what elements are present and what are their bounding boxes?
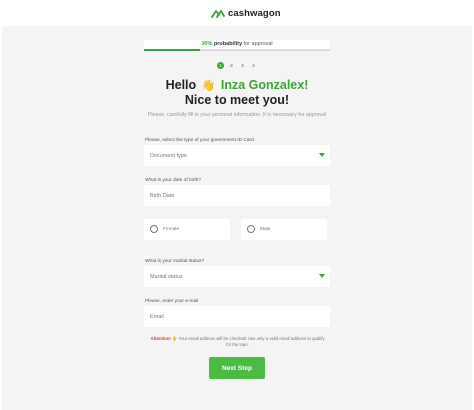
- step-4[interactable]: 4: [250, 62, 257, 69]
- gender-male-option[interactable]: Male: [241, 219, 327, 240]
- gender-female-option[interactable]: Female: [144, 219, 230, 240]
- logo[interactable]: cashwagon: [211, 7, 281, 19]
- female-label: Female: [163, 227, 179, 232]
- document-type-select[interactable]: Document type: [144, 145, 330, 166]
- hills-logo-icon: [211, 8, 225, 18]
- document-type-value: Document type: [150, 152, 187, 159]
- step-1[interactable]: 1: [217, 62, 224, 69]
- step-2[interactable]: 2: [228, 62, 235, 69]
- progress-fill: [144, 48, 200, 51]
- user-name: Inza Gonzalex!: [220, 78, 309, 92]
- greeting-heading: Hello 👋 Inza Gonzalex! Nice to meet you!: [0, 78, 474, 107]
- document-type-label: Please, select the type of your governme…: [145, 138, 254, 143]
- birth-date-input[interactable]: Birth Date: [144, 185, 330, 206]
- step-3[interactable]: 3: [239, 62, 246, 69]
- progress-percent: 30%: [201, 41, 213, 47]
- email-placeholder: Email: [150, 313, 164, 320]
- approval-progress: 30% probability for approval: [144, 40, 330, 51]
- logo-text: cashwagon: [228, 7, 281, 19]
- progress-track: [144, 48, 330, 51]
- notice-text: Your email address will be checked! Use …: [177, 336, 325, 347]
- subtitle: Please, carefully fill in your personal …: [147, 112, 327, 118]
- greeting-line2: Nice to meet you!: [184, 93, 290, 107]
- email-label: Please, enter your e-mail: [145, 299, 199, 304]
- chevron-down-icon: [319, 153, 325, 157]
- greeting-hello: Hello: [165, 78, 197, 92]
- radio-female[interactable]: [150, 225, 158, 233]
- email-notice: Attention! ✋ Your email address will be …: [150, 336, 325, 348]
- progress-label-rest: for approval: [242, 41, 273, 47]
- wave-icon: 👋: [201, 80, 216, 92]
- marital-status-value: Marital status: [150, 273, 183, 280]
- progress-label-bold: probability: [212, 41, 243, 47]
- attention-label: Attention!: [150, 336, 171, 341]
- male-label: Male: [260, 227, 271, 232]
- email-field[interactable]: Email: [144, 306, 330, 327]
- header: cashwagon: [0, 0, 474, 26]
- marital-status-select[interactable]: Marital status: [144, 266, 330, 287]
- next-step-button[interactable]: Next Step: [209, 357, 265, 379]
- step-indicator: 1 2 3 4: [217, 62, 257, 69]
- progress-label: 30% probability for approval: [144, 41, 330, 47]
- birth-date-label: What is your date of birth?: [145, 178, 201, 183]
- chevron-down-icon: [319, 274, 325, 278]
- marital-status-label: What is your marital status?: [145, 259, 205, 264]
- radio-male[interactable]: [247, 225, 255, 233]
- birth-date-placeholder: Birth Date: [150, 192, 175, 199]
